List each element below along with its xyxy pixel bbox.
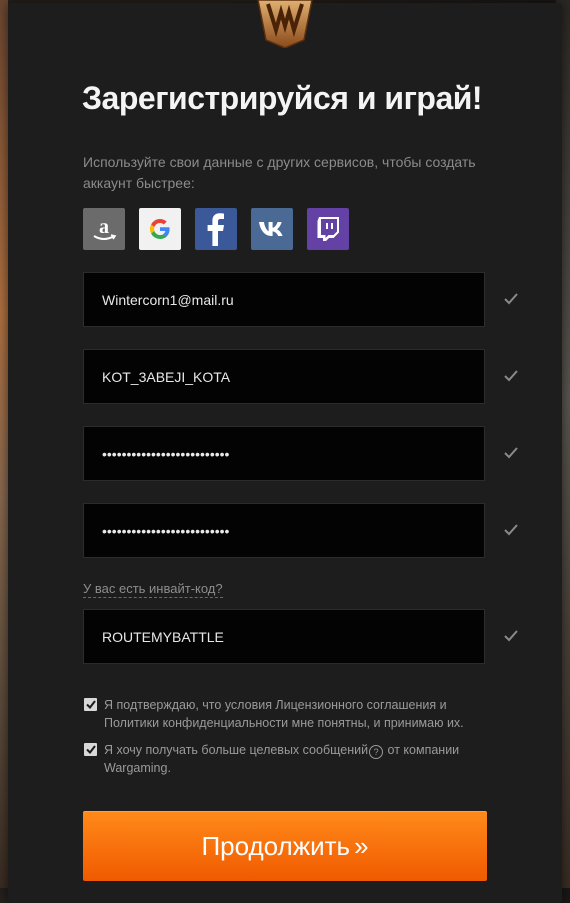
nickname-field[interactable]: KOT_3ABEJI_KOTA [83,349,485,404]
vk-icon [259,222,283,236]
amazon-icon: a [93,216,117,240]
background-scene-left [0,0,8,888]
marketing-checkbox[interactable] [84,743,97,756]
checkmark-icon [85,745,96,754]
continue-button[interactable]: Продолжить» [83,811,487,881]
google-login-button[interactable] [139,208,181,250]
marketing-text-start: Я хочу получать больше целевых сообщений [104,743,369,757]
password-confirm-valid-check-icon [504,524,518,536]
continue-label: Продолжить [201,830,351,861]
invite-code-link[interactable]: У вас есть инвайт-код? [83,581,223,598]
email-valid-check-icon [504,293,518,305]
invite-code-field[interactable]: ROUTEMYBATTLE [83,609,485,664]
vk-login-button[interactable] [251,208,293,250]
double-chevron-right-icon: » [354,830,369,861]
facebook-login-button[interactable] [195,208,237,250]
twitch-login-button[interactable] [307,208,349,250]
checkmark-icon [85,700,96,709]
facebook-icon [207,213,224,246]
google-icon [149,219,170,240]
wot-logo-icon [257,0,313,48]
marketing-consent-text: Я хочу получать больше целевых сообщений… [104,741,484,777]
password-valid-check-icon [504,447,518,459]
svg-text:a: a [99,216,109,238]
email-field[interactable]: Wintercorn1@mail.ru [83,272,485,327]
help-icon[interactable]: ? [369,745,384,759]
license-checkbox[interactable] [84,698,97,711]
nickname-valid-check-icon [504,370,518,382]
invite-code-valid-check-icon [504,630,518,642]
social-subtitle: Используйте свои данные с других сервисо… [83,154,476,191]
page-title: Зарегистрируйся и играй! [82,80,483,116]
license-agreement-text: Я подтверждаю, что условия Лицензионного… [104,698,464,730]
amazon-login-button[interactable]: a [83,208,125,250]
password-field[interactable]: •••••••••••••••••••••••••• [83,426,485,481]
password-confirm-field[interactable]: •••••••••••••••••••••••••• [83,503,485,558]
twitch-icon [317,217,339,241]
